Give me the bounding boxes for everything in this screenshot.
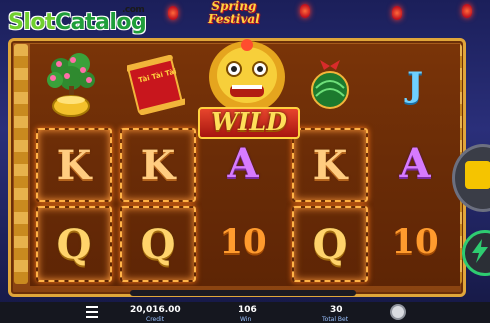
symbol-10-label: 10 <box>391 222 439 262</box>
symbol-money-tree <box>34 46 110 122</box>
symbol-k-label: K <box>56 141 92 189</box>
total-bet-value: 30 <box>330 305 343 315</box>
symbol-q-label: Q <box>56 220 92 268</box>
menu-button[interactable] <box>84 306 100 318</box>
symbol-q: Q <box>292 206 368 282</box>
symbol-k: K <box>120 128 196 202</box>
lantern-icon <box>300 4 310 18</box>
lantern-icon <box>392 6 402 20</box>
symbol-q: Q <box>120 206 196 282</box>
lantern-icon <box>462 4 472 18</box>
credit-label: Credit <box>146 316 165 323</box>
symbol-a: A <box>376 128 454 198</box>
lantern-icon <box>168 6 178 20</box>
watermark-part1: Slot <box>8 10 56 35</box>
game-logo-line2: Festival <box>208 12 260 26</box>
symbol-red-scroll: Tài Tài Tài <box>118 48 194 122</box>
win-label: Win <box>240 316 252 323</box>
game-logo-line1: Spring <box>211 0 257 13</box>
red-scroll-icon <box>127 55 185 115</box>
reel-scrollbar <box>130 290 356 296</box>
watermark-domain: .com <box>122 5 145 15</box>
symbol-a-label: A <box>227 139 259 187</box>
wild-text: WILD <box>211 106 287 136</box>
symbol-q: Q <box>36 206 112 282</box>
symbol-10: 10 <box>376 206 454 278</box>
symbol-j-label: J <box>406 65 424 105</box>
symbol-j: J <box>376 48 454 122</box>
symbol-k-label: K <box>140 141 176 189</box>
symbol-10: 10 <box>202 206 284 278</box>
stop-icon <box>465 161 490 189</box>
left-pillar <box>14 44 28 284</box>
bet-chip-button[interactable] <box>390 304 406 320</box>
wild-label: WILD <box>198 105 300 137</box>
menu-icon <box>86 306 98 308</box>
symbol-k: K <box>36 128 112 202</box>
bottom-bar: 20,016.00 Credit 106 Win 30 Total Bet <box>0 302 490 323</box>
symbol-k-label: K <box>312 141 348 189</box>
symbol-q-label: Q <box>312 220 348 268</box>
reel-area: K Q Tài Tài Tài K Q A 10 K Q J A 10 <box>30 39 460 286</box>
symbol-melon <box>292 50 368 122</box>
symbol-a-label: A <box>399 139 431 187</box>
money-tree-icon <box>47 53 95 117</box>
game-stage: SlotCatalog .com Spring Festival K Q Tài… <box>0 0 490 323</box>
total-bet-label: Total Bet <box>322 316 349 323</box>
turbo-button[interactable] <box>462 230 490 276</box>
symbol-k: K <box>292 128 368 202</box>
credit-value: 20,016.00 <box>130 305 181 315</box>
slotcatalog-watermark: SlotCatalog .com <box>8 5 147 35</box>
game-logo: Spring Festival <box>208 0 260 25</box>
lightning-icon <box>472 239 488 263</box>
win-value: 106 <box>238 305 257 315</box>
green-melon-icon <box>311 60 349 109</box>
symbol-10-label: 10 <box>219 222 267 262</box>
symbol-q-label: Q <box>140 220 176 268</box>
